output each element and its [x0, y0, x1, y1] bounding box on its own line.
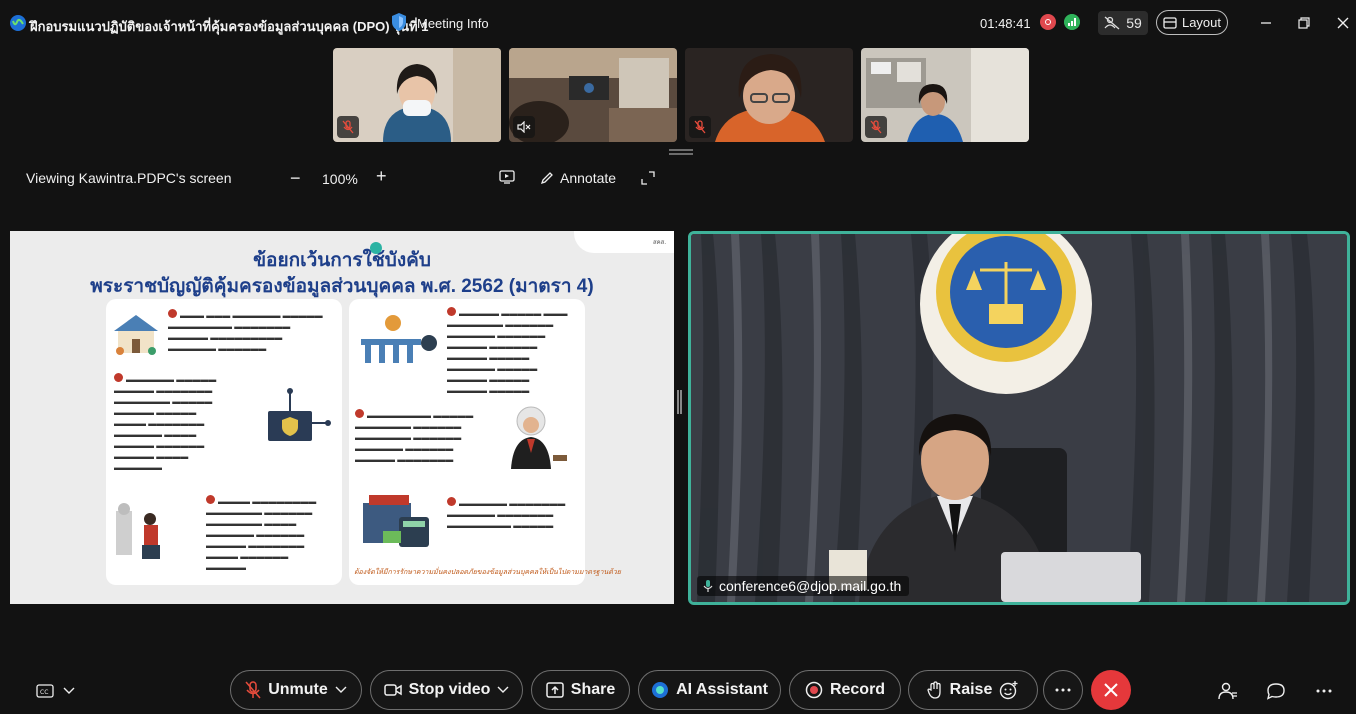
active-speaker-video[interactable]: conference6@djop.mail.go.th [688, 231, 1350, 605]
speaker-name: conference6@djop.mail.go.th [719, 578, 902, 594]
restore-icon [1298, 17, 1310, 29]
slide-item-4: ▬▬▬▬▬▬ ▬▬▬▬▬▬▬ ▬▬▬▬▬▬ ▬▬▬▬▬▬▬ ▬▬▬▬▬▬▬▬ ▬▬▬… [447, 497, 566, 530]
chevron-down-icon [63, 687, 75, 694]
more-dots-icon [1055, 688, 1071, 692]
viewing-screen-label: Viewing Kawintra.PDPC's screen [26, 170, 232, 186]
network-signal-icon[interactable] [1064, 14, 1080, 30]
unmute-label: Unmute [268, 681, 328, 698]
title-bar: ฝึกอบรมแนวปฏิบัติของเจ้าหน้าที่คุ้มครองข… [0, 0, 1356, 46]
captions-menu-button[interactable] [58, 680, 80, 702]
speaker-video-frame [691, 234, 1347, 602]
participants-panel-button[interactable] [1217, 680, 1239, 702]
record-label: Record [829, 681, 886, 698]
speaker-muted-icon [513, 116, 535, 138]
presenter-cursor-icon [370, 242, 382, 254]
recording-indicator-icon [1040, 14, 1056, 30]
muted-mic-icon [245, 681, 261, 699]
screen-share-view-icon[interactable] [499, 170, 515, 184]
record-button[interactable]: Record [789, 670, 901, 710]
record-icon [805, 681, 823, 699]
zoom-in-button[interactable]: + [376, 166, 387, 187]
slide-card-right: ▬▬▬▬▬ ▬▬▬▬▬ ▬▬▬ ▬▬▬▬▬▬▬ ▬▬▬▬▬▬ ▬▬▬▬▬▬ ▬▬▬▬… [349, 299, 585, 585]
reactions-emoji-icon[interactable] [999, 680, 1019, 700]
share-label: Share [570, 681, 616, 698]
layout-button[interactable]: Layout [1156, 10, 1228, 35]
parliament-illustration-icon [361, 315, 437, 363]
slide-item-1: ▬▬▬ ▬▬▬ ▬▬▬▬▬▬ ▬▬▬▬▬ ▬▬▬▬▬▬▬▬ ▬▬▬▬▬▬▬ ▬▬▬▬… [168, 309, 323, 353]
meeting-timer: 01:48:41 [980, 16, 1031, 31]
more-panels-button[interactable] [1313, 680, 1335, 702]
close-icon [1337, 17, 1349, 29]
judge-illustration-icon [511, 406, 567, 469]
stop-video-label: Stop video [408, 681, 491, 698]
ai-assistant-button[interactable]: AI Assistant [638, 670, 781, 710]
participants-count-badge[interactable]: 59 [1098, 11, 1148, 35]
minimize-button[interactable] [1255, 12, 1277, 34]
artist-illustration-icon [116, 503, 160, 559]
more-options-button[interactable] [1043, 670, 1083, 710]
house-illustration-icon [114, 315, 158, 355]
layout-label: Layout [1181, 15, 1222, 30]
ai-assistant-icon [652, 682, 669, 698]
chevron-down-icon[interactable] [497, 686, 509, 694]
slide-item-2: ▬▬▬▬▬▬ ▬▬▬▬▬ ▬▬▬▬▬ ▬▬▬▬▬▬▬ ▬▬▬▬▬▬▬ ▬▬▬▬▬ ▬▬… [114, 373, 217, 472]
meeting-info-link[interactable]: Meeting Info [417, 16, 489, 31]
zoom-out-button[interactable]: − [290, 168, 301, 189]
ai-assistant-label: AI Assistant [676, 681, 768, 698]
raise-label: Raise [949, 681, 993, 698]
fullscreen-icon[interactable] [640, 170, 656, 186]
annotate-label: Annotate [560, 170, 617, 186]
more-dots-icon [1316, 689, 1332, 693]
minimize-icon [1261, 22, 1271, 24]
layout-grid-icon [1163, 16, 1177, 29]
video-camera-icon [383, 684, 402, 696]
people-hidden-icon [1104, 16, 1120, 30]
webex-logo-icon [10, 15, 26, 31]
slide-item-7: ▬▬▬▬▬▬▬▬ ▬▬▬▬▬ ▬▬▬▬▬▬▬ ▬▬▬▬▬▬ ▬▬▬▬▬▬▬ ▬▬▬▬… [355, 409, 474, 464]
participant-video-1[interactable] [333, 48, 501, 142]
restore-button[interactable] [1293, 12, 1315, 34]
participant-count: 59 [1126, 15, 1142, 31]
slide-item-3: ▬▬▬▬ ▬▬▬▬▬▬▬▬ ▬▬▬▬▬▬▬ ▬▬▬▬▬▬ ▬▬▬▬▬▬▬ ▬▬▬▬ ▬… [206, 495, 317, 572]
leave-meeting-button[interactable] [1091, 670, 1131, 710]
closed-captions-icon: CC [36, 684, 54, 698]
unmute-button[interactable]: Unmute [230, 670, 362, 710]
close-icon [1104, 683, 1118, 697]
shield-icon[interactable] [390, 12, 408, 32]
chat-panel-button[interactable] [1265, 680, 1287, 702]
stop-video-button[interactable]: Stop video [370, 670, 523, 710]
split-resize-handle[interactable] [677, 390, 682, 414]
raise-hand-button[interactable]: Raise [908, 670, 1038, 710]
participant-video-2[interactable] [509, 48, 677, 142]
share-screen-icon [546, 682, 564, 698]
annotate-button[interactable]: Annotate [540, 170, 616, 186]
security-computer-icon [268, 388, 331, 441]
participant-video-3[interactable] [685, 48, 853, 142]
meeting-title: ฝึกอบรมแนวปฏิบัติของเจ้าหน้าที่คุ้มครองข… [30, 19, 429, 34]
drag-handle-icon[interactable] [669, 149, 693, 155]
muted-mic-icon [689, 116, 711, 138]
zoom-level[interactable]: 100% [322, 171, 358, 187]
pen-icon [540, 172, 553, 185]
muted-mic-icon [865, 116, 887, 138]
slide-card-left: ▬▬▬ ▬▬▬ ▬▬▬▬▬▬ ▬▬▬▬▬ ▬▬▬▬▬▬▬▬ ▬▬▬▬▬▬▬ ▬▬▬▬… [106, 299, 342, 585]
participant-video-4[interactable] [861, 48, 1029, 142]
credit-report-illustration-icon [363, 495, 429, 547]
slide-item-5: ▬▬▬▬▬ ▬▬▬▬▬ ▬▬▬ ▬▬▬▬▬▬▬ ▬▬▬▬▬▬ ▬▬▬▬▬▬ ▬▬▬▬… [447, 307, 568, 395]
shared-screen-slide: สคส. ข้อยกเว้นการใช้บังคับ พระราชบัญญัติ… [10, 231, 674, 604]
speaker-name-tag: conference6@djop.mail.go.th [697, 576, 910, 596]
captions-button[interactable]: CC [34, 680, 56, 702]
chevron-down-icon[interactable] [335, 686, 347, 694]
slide-footnote: ต้องจัดให้มีการรักษาความมั่นคงปลอดภัยของ… [354, 569, 621, 576]
participants-icon [1218, 682, 1237, 700]
raise-hand-icon [926, 681, 941, 699]
chat-bubble-icon [1266, 683, 1285, 700]
close-window-button[interactable] [1332, 12, 1354, 34]
active-mic-icon [703, 580, 713, 592]
share-button[interactable]: Share [531, 670, 630, 710]
slide-subtitle: พระราชบัญญัติคุ้มครองข้อมูลส่วนบุคคล พ.ศ… [90, 276, 594, 297]
muted-mic-icon [337, 116, 359, 138]
svg-text:CC: CC [40, 689, 48, 696]
